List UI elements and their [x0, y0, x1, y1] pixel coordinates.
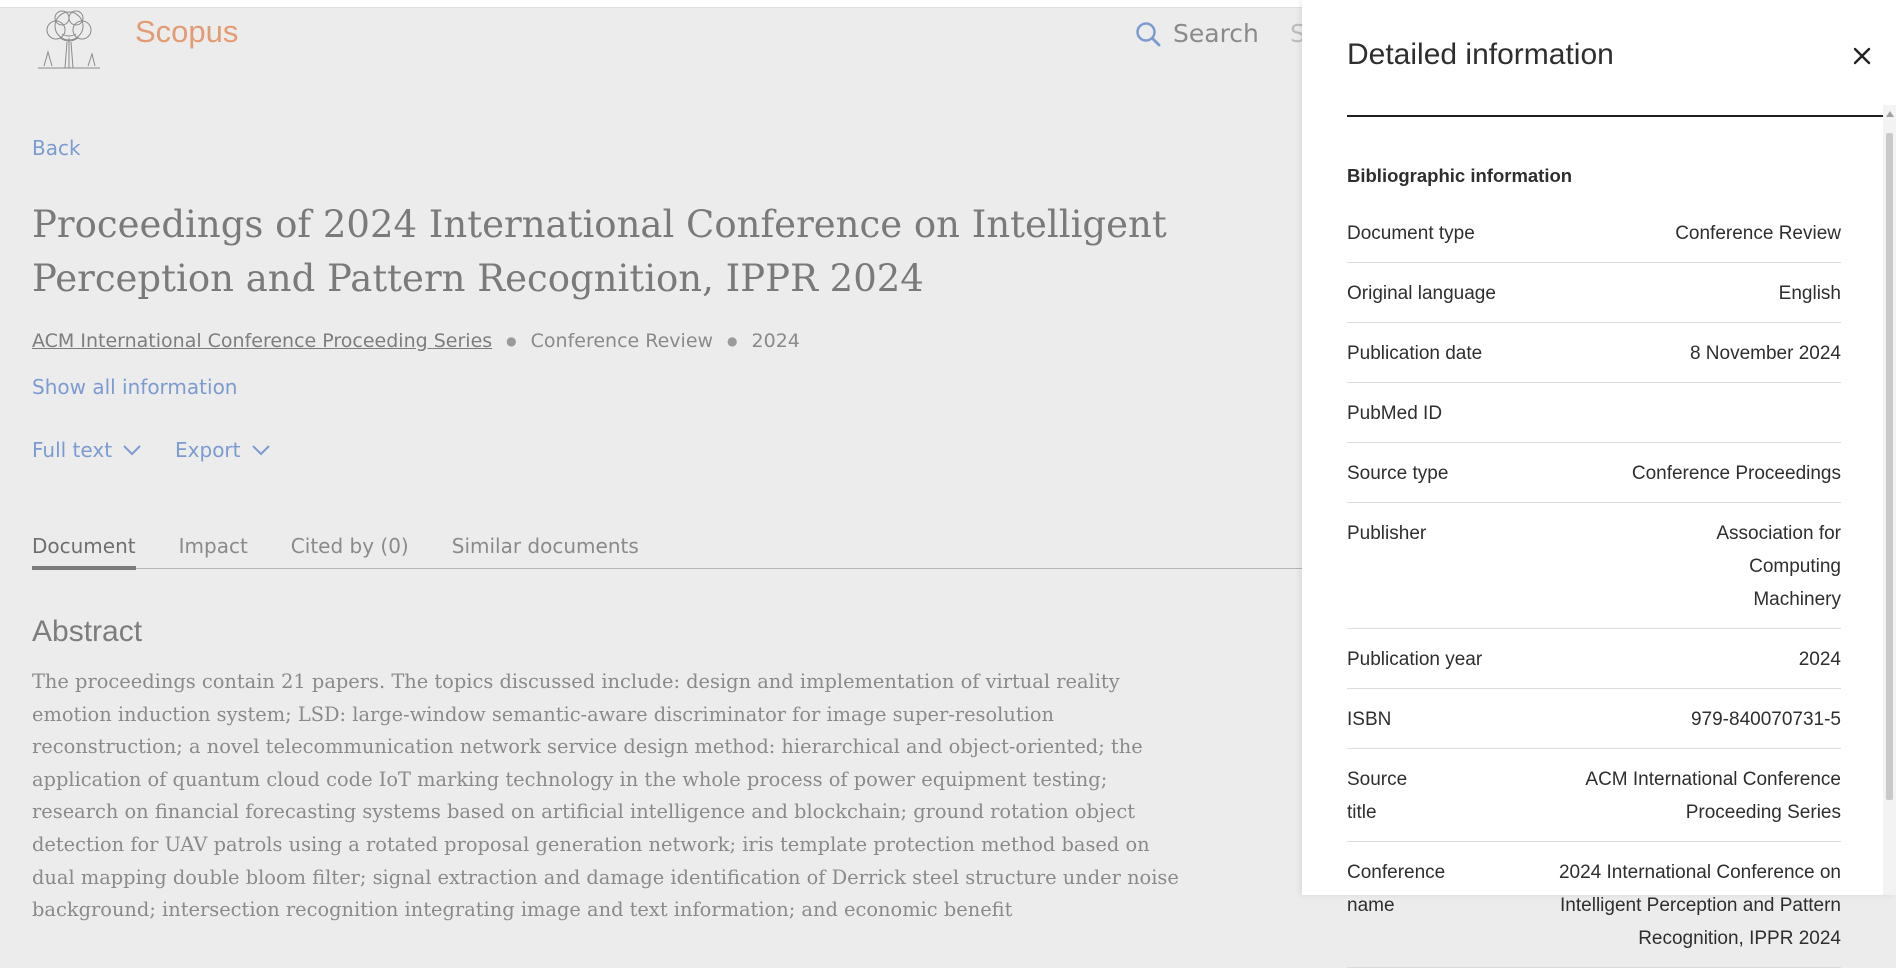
info-value: English	[1778, 283, 1841, 304]
info-row: Publication date 8 November 2024	[1347, 323, 1841, 383]
chevron-down-icon	[251, 445, 270, 456]
doc-year: 2024	[751, 330, 800, 352]
chevron-down-icon	[123, 445, 141, 456]
info-key: Source title	[1347, 769, 1408, 823]
separator-dot: ●	[506, 334, 517, 348]
info-key: Publication year	[1347, 649, 1483, 670]
action-bar: Full text Export	[32, 438, 271, 462]
info-key: PubMed ID	[1347, 403, 1443, 424]
panel-divider	[1347, 115, 1885, 117]
info-key: Publisher	[1347, 523, 1427, 544]
info-row: Source type Conference Proceedings	[1347, 443, 1841, 503]
info-value: Association for Computing Machinery	[1716, 523, 1841, 610]
info-value: Conference Review	[1675, 223, 1841, 244]
export-button[interactable]: Export	[175, 438, 270, 462]
info-row: Publisher Association for Computing Mach…	[1347, 503, 1841, 629]
info-value: 979-840070731-5	[1690, 709, 1841, 730]
search-icon	[1136, 21, 1161, 46]
info-key: ISBN	[1347, 709, 1392, 730]
info-row: Source title ACM International Conferenc…	[1347, 749, 1841, 842]
info-key: Source type	[1347, 463, 1449, 484]
document-tabs: Document Impact Cited by (0) Similar doc…	[32, 532, 1302, 570]
back-link[interactable]: Back	[32, 136, 81, 160]
scroll-thumb[interactable]	[1886, 133, 1893, 800]
info-value: ACM International Conference Proceeding …	[1585, 769, 1841, 823]
bibliographic-heading: Bibliographic information	[1347, 165, 1573, 186]
abstract-heading: Abstract	[32, 615, 143, 648]
search-label: Search	[1173, 19, 1259, 48]
detailed-information-panel: Detailed information Bibliographic infor…	[1302, 0, 1896, 968]
tab-cited-by[interactable]: Cited by (0)	[270, 532, 431, 568]
info-row: Document type Conference Review	[1347, 203, 1841, 263]
search-button[interactable]: Search	[1135, 19, 1259, 48]
tab-document[interactable]: Document	[32, 532, 158, 570]
info-row: Publication year 2024	[1347, 629, 1841, 689]
brand-name[interactable]: Scopus	[135, 14, 238, 50]
info-row: ISBN 979-840070731-5	[1347, 689, 1841, 749]
info-row: Conference name 2024 International Confe…	[1347, 842, 1841, 968]
full-text-label: Full text	[32, 438, 113, 462]
info-row: PubMed ID	[1347, 383, 1841, 443]
bibliographic-table: Document type Conference Review Original…	[1347, 203, 1841, 968]
info-value: 8 November 2024	[1689, 343, 1841, 364]
export-label: Export	[175, 438, 241, 462]
separator-dot: ●	[727, 334, 738, 348]
page-title: Proceedings of 2024 International Confer…	[32, 203, 1167, 300]
info-value: Conference Proceedings	[1631, 463, 1841, 484]
panel-scrollbar[interactable]	[1883, 105, 1896, 895]
full-text-button[interactable]: Full text	[32, 438, 142, 462]
panel-title: Detailed information	[1347, 38, 1614, 71]
abstract-text: The proceedings contain 21 papers. The t…	[32, 670, 1179, 922]
info-key: Conference name	[1347, 862, 1446, 916]
tab-similar-documents[interactable]: Similar documents	[431, 532, 661, 568]
document-meta: ACM International Conference Proceeding …	[32, 330, 800, 352]
info-value: 2024 International Conference on Intelli…	[1558, 862, 1841, 949]
info-row: Original language English	[1347, 263, 1841, 323]
info-value: 2024	[1798, 649, 1841, 670]
info-key: Document type	[1347, 223, 1475, 244]
info-key: Publication date	[1347, 343, 1483, 364]
source-link[interactable]: ACM International Conference Proceeding …	[32, 330, 492, 352]
tab-impact[interactable]: Impact	[158, 532, 270, 568]
info-value	[1517, 397, 1841, 430]
tree-logo-icon[interactable]	[32, 8, 106, 70]
doc-type: Conference Review	[530, 330, 714, 352]
info-key: Original language	[1347, 283, 1496, 304]
close-icon[interactable]	[1850, 44, 1874, 68]
main-content: Scopus Search S Back Proceedings of 2024…	[0, 0, 1306, 921]
scroll-up-arrow[interactable]	[1886, 111, 1894, 117]
show-all-information-link[interactable]: Show all information	[32, 375, 237, 399]
